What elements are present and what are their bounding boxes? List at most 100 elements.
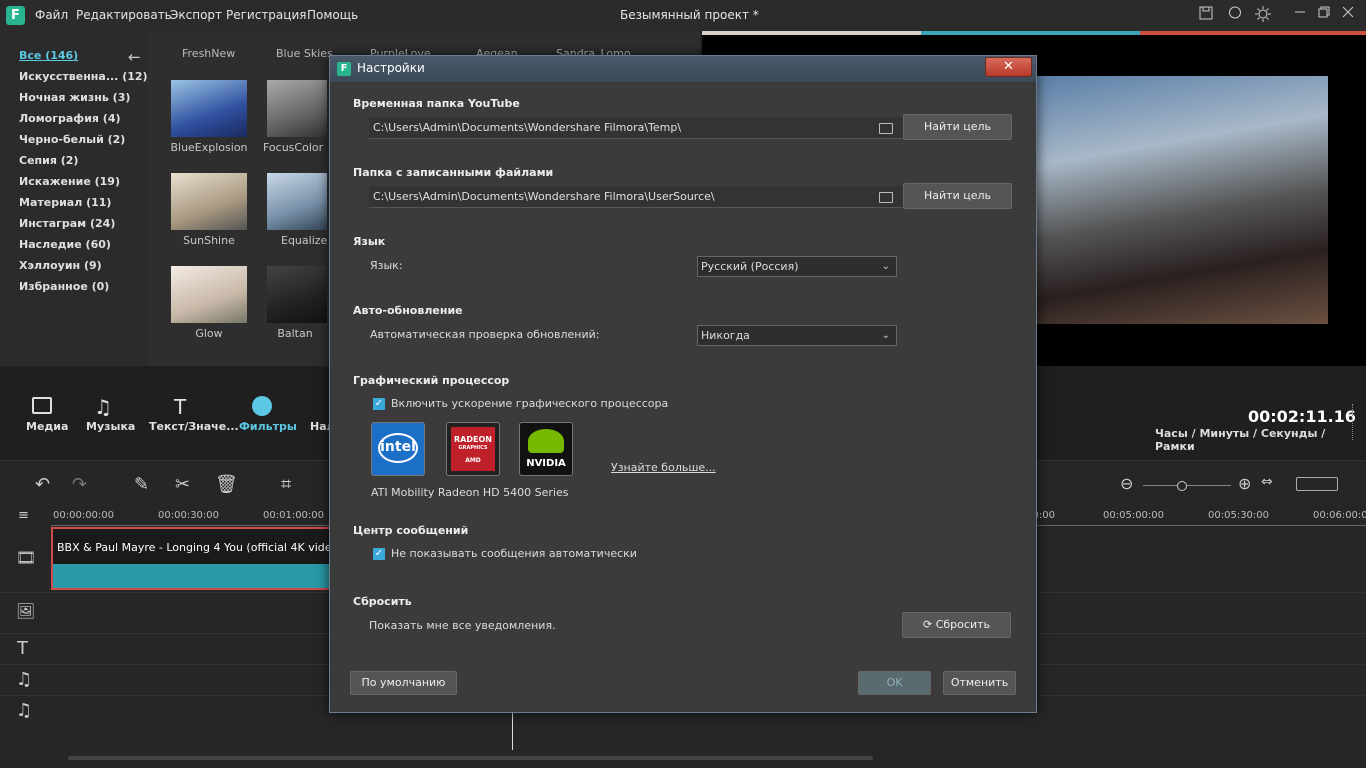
- zoom-in-icon[interactable]: ⊕: [1238, 474, 1251, 493]
- panel-resize-handle[interactable]: [1352, 404, 1359, 440]
- zoom-slider-handle[interactable]: [1177, 481, 1187, 491]
- learn-more-link[interactable]: Узнайте больше...: [611, 461, 716, 474]
- filter-thumbnail[interactable]: [171, 266, 247, 323]
- filter-thumbnail[interactable]: [171, 80, 247, 137]
- hide-messages-label: Не показывать сообщения автоматически: [391, 547, 637, 560]
- chevron-down-icon: ⌄: [881, 261, 890, 272]
- fit-timeline-icon[interactable]: ⇔: [1261, 474, 1273, 490]
- maximize-icon[interactable]: [1315, 6, 1333, 24]
- default-button[interactable]: По умолчанию: [350, 671, 457, 695]
- video-track-icon: 🎞: [16, 548, 37, 567]
- feedback-icon[interactable]: [1226, 6, 1244, 24]
- media-icon[interactable]: [32, 397, 52, 414]
- dialog-close-button[interactable]: ✕: [985, 57, 1032, 77]
- recorded-browse-button[interactable]: Найти цель: [903, 183, 1012, 209]
- youtube-folder-path[interactable]: C:\Users\Admin\Documents\Wondershare Fil…: [369, 117, 903, 139]
- recorded-folder-path[interactable]: C:\Users\Admin\Documents\Wondershare Fil…: [369, 186, 903, 208]
- category-item[interactable]: Инстаграм (24): [19, 217, 115, 230]
- reset-section: Сбросить: [353, 595, 412, 608]
- category-item[interactable]: Хэллоуин (9): [19, 259, 102, 272]
- tool-overlays[interactable]: Наложения: [310, 420, 329, 433]
- language-select[interactable]: Русский (Россия) ⌄: [697, 256, 897, 277]
- recorded-folder-section: Папка с записанными файлами: [353, 166, 554, 179]
- message-center-section: Центр сообщений: [353, 524, 469, 537]
- folder-icon[interactable]: [879, 123, 893, 134]
- hide-messages-checkbox[interactable]: ✓: [373, 548, 385, 560]
- category-item[interactable]: Черно-белый (2): [19, 133, 125, 146]
- menu-register[interactable]: Регистрация: [226, 8, 306, 22]
- zoom-slider-track[interactable]: [1143, 485, 1231, 486]
- filter-label: Glow: [195, 327, 223, 340]
- amd-radeon-text: RADEON: [454, 435, 492, 444]
- tool-music[interactable]: Музыка: [86, 420, 135, 433]
- music-icon[interactable]: ♫: [94, 395, 112, 419]
- category-item[interactable]: Ломография (4): [19, 112, 121, 125]
- filter-tab[interactable]: FreshNew: [182, 47, 235, 60]
- image-track-icon: 🖼: [16, 602, 36, 620]
- undo-icon[interactable]: ↶: [35, 474, 50, 495]
- youtube-browse-button[interactable]: Найти цель: [903, 114, 1012, 140]
- category-item[interactable]: Искусственна... (12): [19, 70, 148, 83]
- menu-file[interactable]: Файл: [35, 8, 68, 22]
- filters-icon[interactable]: [252, 396, 272, 416]
- reset-button[interactable]: ⟳ Сбросить: [902, 612, 1011, 638]
- category-item[interactable]: Ночная жизнь (3): [19, 91, 130, 104]
- filter-tab[interactable]: Blue Skies: [276, 47, 333, 60]
- track-manager-icon[interactable]: ≡: [18, 508, 29, 523]
- auto-update-select[interactable]: Никогда ⌄: [697, 325, 897, 346]
- track-height-icon[interactable]: [1296, 477, 1338, 491]
- save-icon[interactable]: [1197, 6, 1215, 24]
- menu-help[interactable]: Помощь: [307, 8, 358, 22]
- gpu-adapter-name: ATI Mobility Radeon HD 5400 Series: [371, 486, 569, 499]
- gpu-acceleration-checkbox[interactable]: ✓: [373, 398, 385, 410]
- ok-button[interactable]: OK: [858, 671, 931, 695]
- minimize-icon[interactable]: [1291, 6, 1309, 24]
- category-item[interactable]: Избранное (0): [19, 280, 109, 293]
- amd-graphics-text: GRAPHICS: [458, 445, 488, 451]
- menu-export[interactable]: Экспорт: [170, 8, 222, 22]
- text-icon[interactable]: T: [174, 395, 186, 419]
- cancel-button[interactable]: Отменить: [943, 671, 1016, 695]
- crop-icon[interactable]: ⌗: [281, 474, 291, 495]
- music-track-icon: ♫: [16, 669, 33, 690]
- category-item[interactable]: Материал (11): [19, 196, 111, 209]
- preview-color-strip: [702, 31, 1366, 35]
- reset-button-label: Сбросить: [935, 618, 990, 631]
- dialog-header: [330, 56, 1036, 82]
- music-track-icon: ♫: [16, 700, 33, 721]
- category-item[interactable]: Сепия (2): [19, 154, 78, 167]
- category-item[interactable]: Искажение (19): [19, 175, 120, 188]
- timeline-scrollbar[interactable]: [68, 756, 873, 760]
- tool-text[interactable]: Текст/Значе...: [149, 420, 239, 433]
- filter-thumbnail[interactable]: [267, 80, 327, 137]
- delete-icon[interactable]: 🗑: [215, 474, 238, 495]
- tool-media[interactable]: Медиа: [26, 420, 68, 433]
- intel-logo-text: intel: [380, 439, 416, 455]
- cut-icon[interactable]: ✂: [175, 474, 190, 495]
- close-window-icon[interactable]: [1339, 6, 1357, 24]
- redo-icon[interactable]: ↷: [72, 474, 87, 495]
- zoom-out-icon[interactable]: ⊖: [1120, 474, 1133, 493]
- playhead-line[interactable]: [512, 713, 513, 750]
- auto-update-value: Никогда: [701, 329, 750, 342]
- tool-filters[interactable]: Фильтры: [239, 420, 297, 433]
- edit-icon[interactable]: ✎: [134, 474, 149, 495]
- folder-icon[interactable]: [879, 192, 893, 203]
- filter-label: FocusColor: [263, 141, 324, 154]
- category-item[interactable]: Наследие (60): [19, 238, 111, 251]
- nvidia-logo: NVIDIA: [519, 422, 573, 476]
- filter-thumbnail[interactable]: [267, 266, 327, 323]
- chevron-down-icon: ⌄: [881, 330, 890, 341]
- dialog-logo: F: [337, 62, 351, 76]
- category-all[interactable]: Все (146): [19, 49, 78, 62]
- amd-brand-text: AMD: [465, 457, 481, 464]
- intel-logo: intel: [371, 422, 425, 476]
- brightness-icon[interactable]: [1254, 6, 1272, 24]
- menu-edit[interactable]: Редактировать: [76, 8, 172, 22]
- filter-thumbnail[interactable]: [267, 173, 327, 230]
- filter-label: SunShine: [183, 234, 235, 247]
- text-track-icon: T: [17, 638, 28, 659]
- ruler-label: 00:05:30:00: [1208, 510, 1270, 521]
- filter-thumbnail[interactable]: [171, 173, 247, 230]
- back-arrow-icon[interactable]: ←: [128, 48, 141, 66]
